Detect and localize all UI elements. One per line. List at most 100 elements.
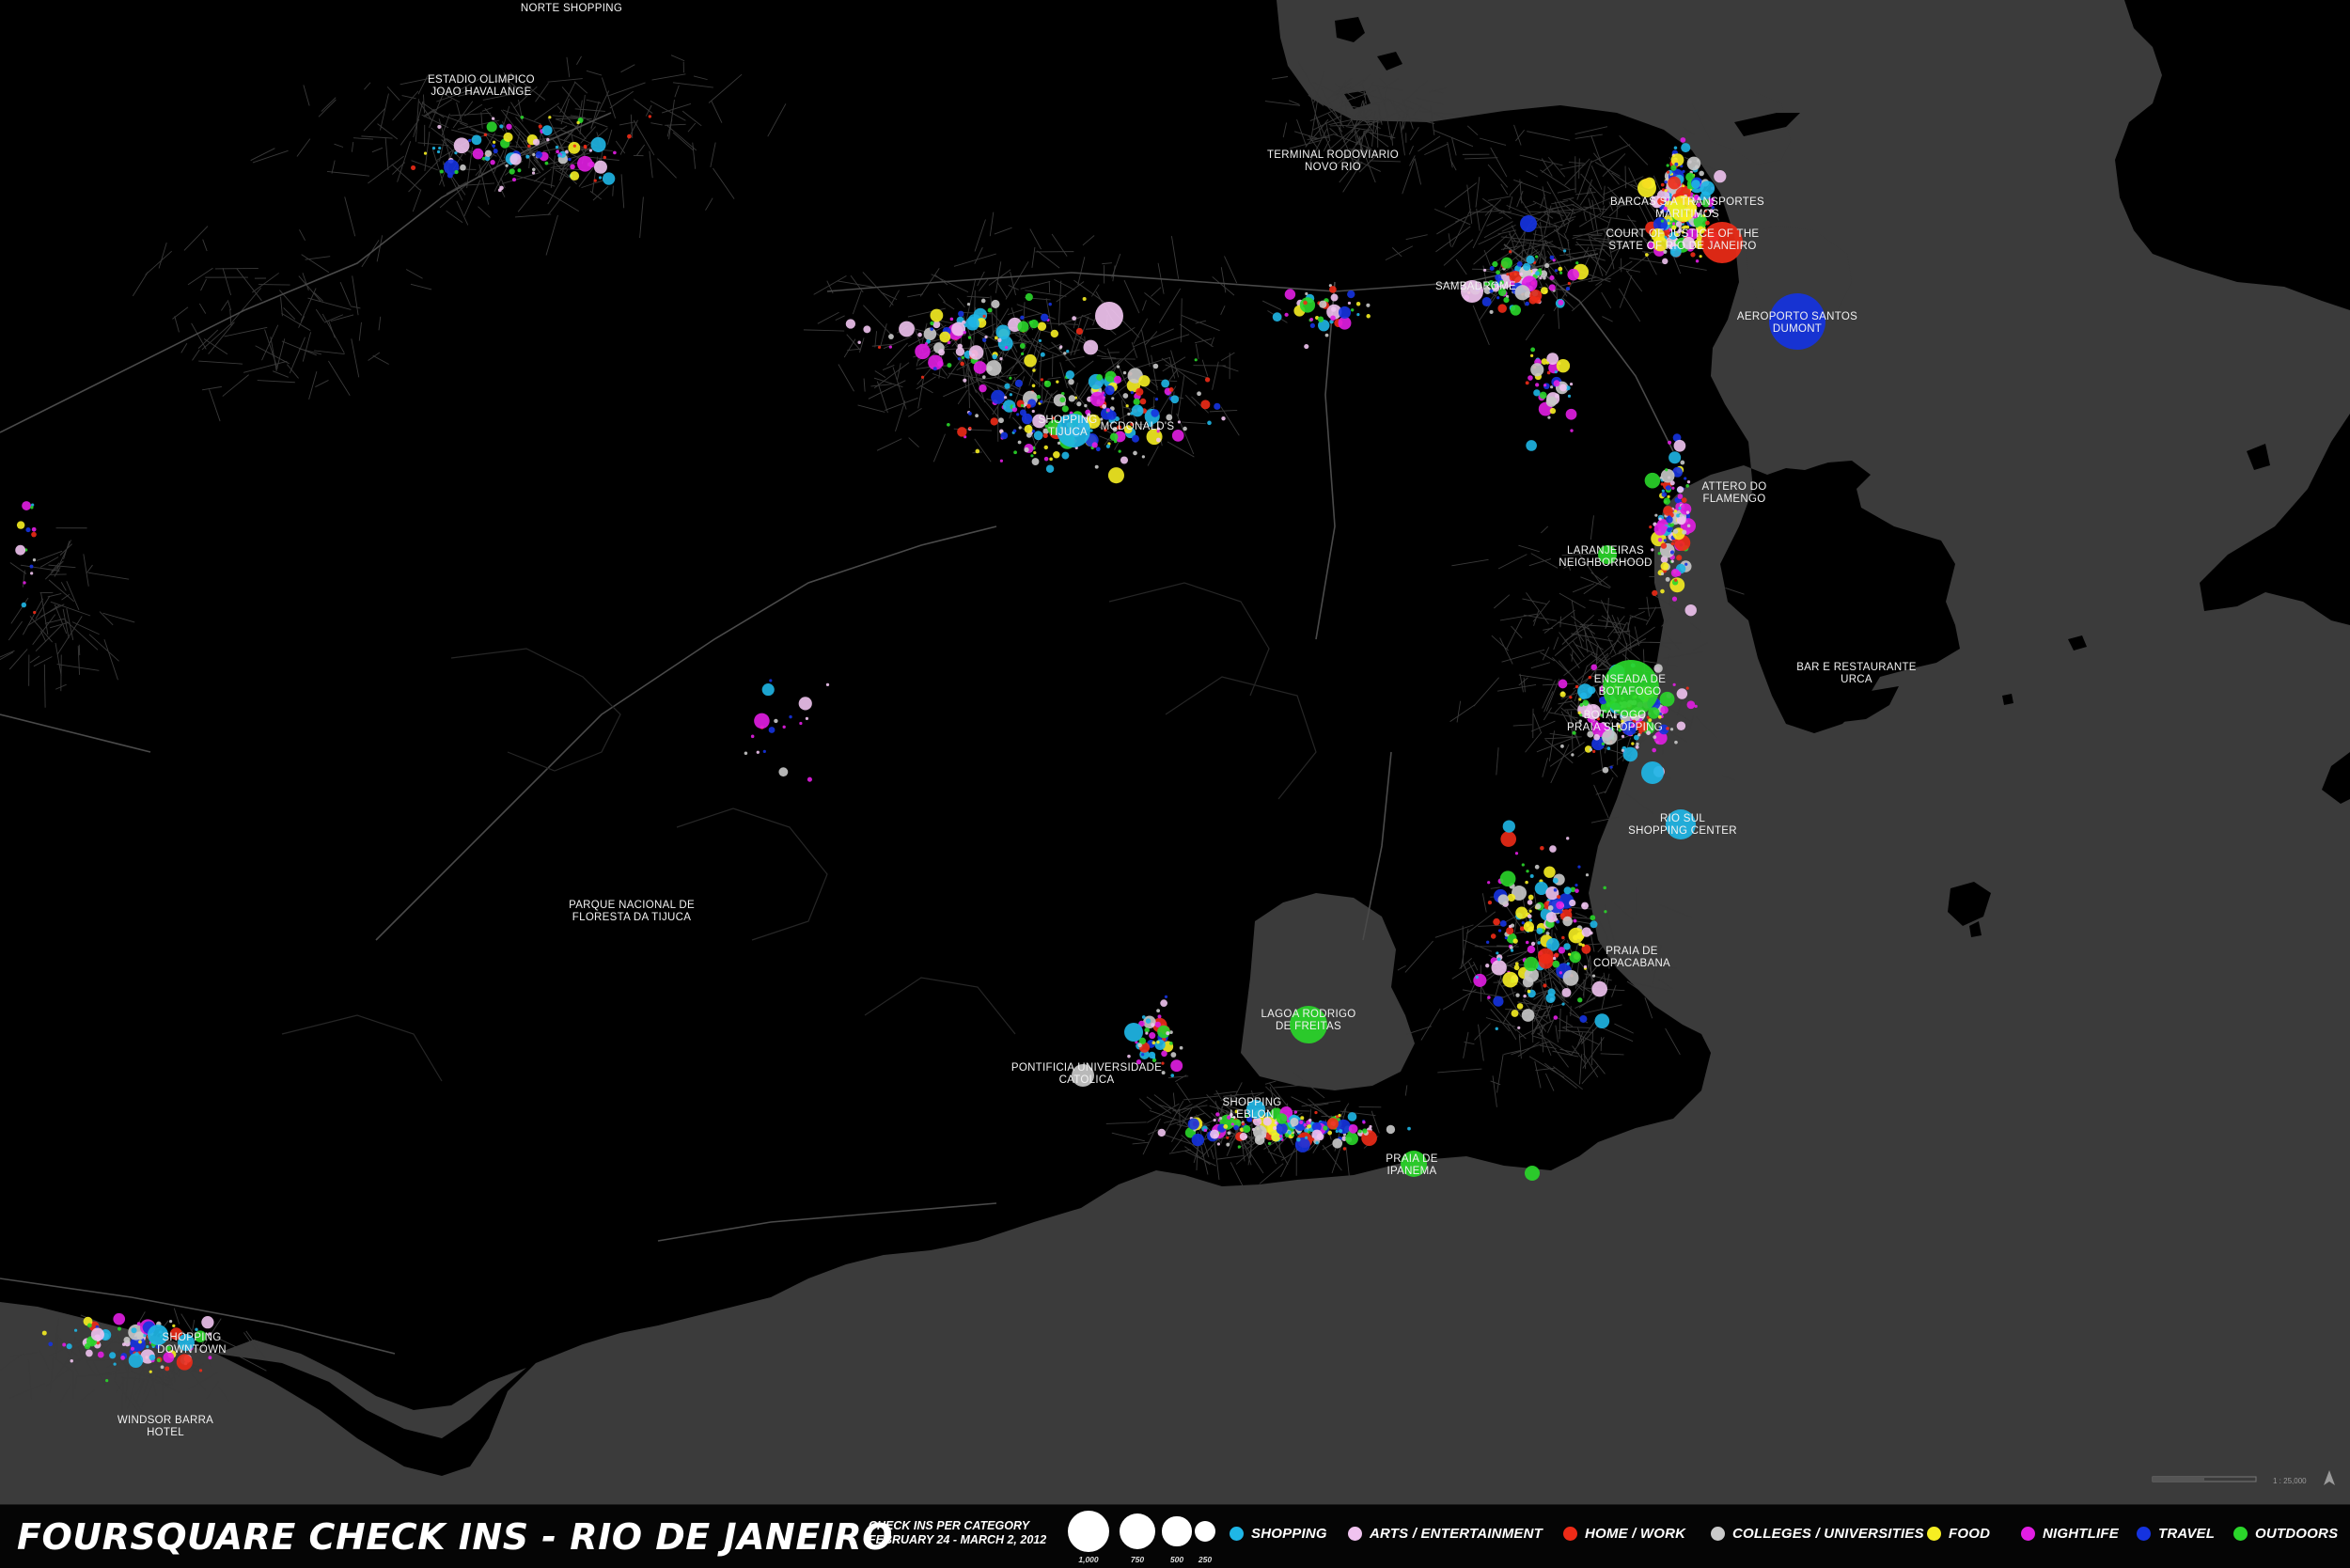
checkin-dot: [1671, 524, 1674, 526]
checkin-dot: [1319, 301, 1326, 308]
checkin-dot: [1170, 1074, 1174, 1077]
checkin-dot: [1051, 330, 1058, 337]
checkin-dot: [1500, 920, 1507, 927]
checkin-dot: [438, 147, 441, 149]
checkin-dot: [1519, 273, 1523, 276]
checkin-dot: [1553, 957, 1556, 960]
checkin-dot: [1676, 555, 1682, 560]
checkin-dot: [1204, 1129, 1207, 1132]
place-label-line: TERMINAL RODOVIARIO: [1267, 149, 1399, 161]
legend-color-dot: [2137, 1527, 2151, 1541]
checkin-dot: [517, 168, 521, 172]
checkin-dot: [1348, 1112, 1357, 1121]
place-label-line: LAGOA RODRIGO: [1261, 1009, 1355, 1020]
checkin-dot: [23, 581, 25, 584]
checkin-dot: [1550, 385, 1553, 388]
place-label-line: IPANEMA: [1386, 1166, 1436, 1177]
checkin-dot: [1714, 170, 1726, 182]
checkin-dot: [963, 379, 966, 383]
checkin-dot: [1550, 408, 1556, 414]
checkin-dot: [1705, 221, 1710, 226]
checkin-dot: [1487, 881, 1490, 884]
checkin-dot: [1145, 1031, 1148, 1034]
checkin-dot: [1076, 328, 1083, 335]
checkin-dot: [1517, 261, 1523, 267]
checkin-dot: [1562, 917, 1573, 927]
checkin-dot: [1366, 304, 1370, 307]
checkin-dot: [1528, 990, 1531, 994]
checkin-dot: [447, 172, 453, 178]
checkin-dot: [1277, 1113, 1287, 1123]
checkin-dot: [1358, 1130, 1362, 1134]
checkin-dot: [1652, 748, 1656, 753]
checkin-dot: [1134, 399, 1140, 405]
checkin-dot: [1589, 676, 1591, 679]
map-svg[interactable]: NORTE SHOPPINGESTADIO OLIMPICOJOAO HAVAL…: [0, 0, 2350, 1504]
checkin-dot: [473, 149, 484, 160]
place-label-line: ATTERO DO: [1702, 481, 1767, 493]
checkin-dot: [1603, 767, 1609, 774]
checkin-dot: [62, 1343, 66, 1347]
checkin-dot: [1132, 435, 1139, 443]
checkin-dot: [1569, 696, 1572, 698]
place-label-sambadrome: SAMBADROME: [1435, 281, 1516, 292]
checkin-dot: [1636, 743, 1638, 745]
checkin-dot: [1205, 377, 1210, 382]
checkin-dot: [1654, 514, 1657, 517]
checkin-dot: [454, 137, 470, 153]
checkin-dot: [1527, 256, 1535, 264]
checkin-dot: [570, 171, 579, 180]
checkin-dot: [1161, 380, 1169, 388]
checkin-dot: [505, 165, 508, 167]
legend-color-dot: [1563, 1527, 1577, 1541]
map-canvas[interactable]: NORTE SHOPPINGESTADIO OLIMPICOJOAO HAVAL…: [0, 0, 2350, 1504]
checkin-dot: [1680, 514, 1683, 517]
checkin-dot: [1677, 486, 1684, 493]
legend-color-dot: [1711, 1527, 1725, 1541]
checkin-dot: [1347, 290, 1355, 298]
checkin-dot: [1586, 873, 1589, 876]
checkin-dot: [763, 750, 766, 753]
checkin-dot: [1672, 597, 1677, 602]
size-legend-circle: [1195, 1521, 1215, 1542]
checkin-dot: [915, 344, 930, 359]
checkin-dot: [1543, 384, 1546, 386]
checkin-dot: [1672, 222, 1675, 225]
checkin-dot: [1119, 450, 1121, 453]
checkin-dot: [1076, 401, 1081, 406]
checkin-dot: [1691, 180, 1700, 189]
checkin-dot: [177, 1354, 193, 1370]
checkin-dot: [1345, 1132, 1358, 1145]
checkin-dot: [1158, 1129, 1166, 1137]
subtitle-line-1: CHECK INS PER CATEGORY: [869, 1519, 1046, 1533]
checkin-dot: [969, 345, 983, 359]
place-label-line: COURT OF JUSTICE OF THE: [1606, 228, 1760, 240]
place-label-laranjeiras: LARANJEIRASNEIGHBORHOOD: [1559, 545, 1652, 569]
checkin-dot: [1037, 395, 1041, 399]
checkin-dot: [1687, 525, 1691, 528]
checkin-dot: [991, 390, 1005, 404]
checkin-dot: [1157, 1014, 1161, 1018]
checkin-dot: [536, 151, 542, 158]
legend-item-arts-entertainment: ARTS / ENTERTAINMENT: [1348, 1526, 1543, 1542]
checkin-dot: [1016, 413, 1019, 416]
checkin-dot: [1667, 527, 1671, 532]
checkin-dot: [1575, 261, 1578, 264]
checkin-dot: [1004, 384, 1010, 389]
checkin-dot: [573, 145, 576, 148]
checkin-dot: [472, 135, 482, 146]
checkin-dot: [591, 137, 606, 152]
checkin-dot: [1170, 1052, 1176, 1058]
checkin-dot: [1537, 941, 1541, 945]
checkin-dot: [1505, 936, 1508, 939]
checkin-dot: [1017, 321, 1028, 333]
checkin-dot: [1687, 480, 1690, 483]
checkin-dot: [1497, 304, 1507, 313]
checkin-dot: [1161, 1051, 1167, 1058]
checkin-dot: [1669, 577, 1684, 592]
checkin-dot: [1338, 1114, 1340, 1117]
checkin-dot: [988, 308, 993, 313]
checkin-dot: [1256, 1137, 1261, 1141]
checkin-dot: [1577, 712, 1580, 714]
checkin-dot: [1673, 683, 1676, 686]
